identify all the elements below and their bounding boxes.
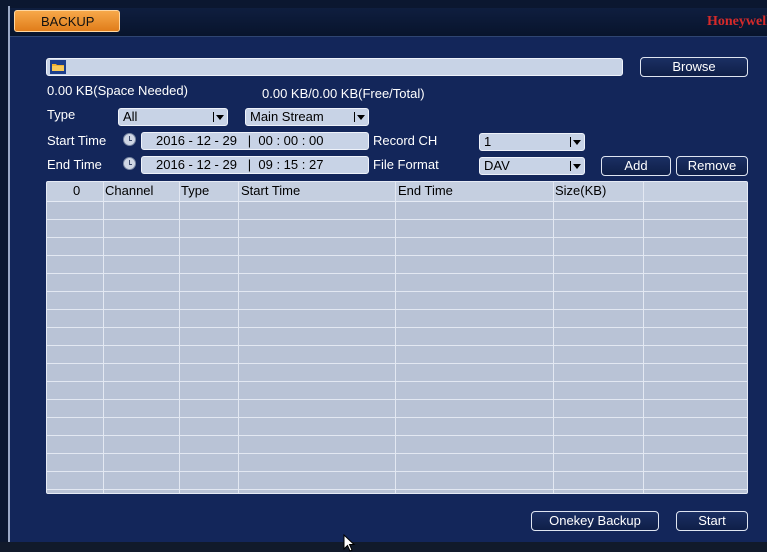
start-time-value: 00 : 00 : 00 [258,133,324,148]
space-needed-text: 0.00 KB(Space Needed) [47,83,188,98]
dropdown-arrow-icon [212,111,224,123]
record-ch-label: Record CH [373,133,438,148]
table-row-divider [47,255,747,256]
browse-button[interactable]: Browse [640,57,748,77]
dropdown-arrow-icon [569,136,581,148]
type-select[interactable]: All [118,108,228,126]
table-column-divider [643,182,644,493]
tab-backup[interactable]: BACKUP [14,10,120,32]
table-row-divider [47,471,747,472]
start-button[interactable]: Start [676,511,748,531]
bottom-strip [0,542,767,552]
backup-file-table[interactable]: 0 Channel Type Start Time End Time Size(… [46,181,748,494]
table-row-divider [47,291,747,292]
table-column-divider [179,182,180,493]
column-header-channel: Channel [105,183,154,198]
table-row-divider [47,327,747,328]
type-select-value: All [123,109,138,124]
end-time-value: 09 : 15 : 27 [258,157,324,172]
table-row-divider [47,453,747,454]
column-header-type: Type [181,183,210,198]
remove-button[interactable]: Remove [676,156,748,176]
table-header: 0 Channel Type Start Time End Time Size(… [47,182,747,202]
backup-path-field[interactable] [46,58,623,76]
free-total-text: 0.00 KB/0.00 KB(Free/Total) [262,86,425,101]
table-row-divider [47,309,747,310]
column-header-start-time: Start Time [241,183,301,198]
end-time-label: End Time [47,157,102,172]
dropdown-arrow-icon [569,160,581,172]
folder-icon[interactable] [50,60,66,74]
start-time-label: Start Time [47,133,107,148]
title-bar [10,8,767,37]
mouse-cursor-icon [343,534,356,552]
stream-select[interactable]: Main Stream [245,108,369,126]
table-column-divider [553,182,554,493]
brand-logo: Honeywell [707,14,767,29]
file-format-label: File Format [373,157,439,172]
record-ch-value: 1 [484,134,492,149]
column-header-size: Size(KB) [555,183,607,198]
start-date-value: 2016 - 12 - 29 [156,133,237,148]
type-label: Type [47,107,76,122]
table-row-divider [47,435,747,436]
table-row-divider [47,237,747,238]
column-header-select-all[interactable]: 0 [73,183,80,198]
table-column-divider [395,182,396,493]
table-row-divider [47,417,747,418]
file-format-value: DAV [484,158,510,173]
file-format-select[interactable]: DAV [479,157,585,175]
table-row-divider [47,345,747,346]
table-row-divider [47,363,747,364]
stream-select-value: Main Stream [250,109,324,124]
table-row-divider [47,489,747,490]
column-header-end-time: End Time [398,183,453,198]
end-date-value: 2016 - 12 - 29 [156,157,237,172]
start-time-field[interactable]: 2016 - 12 - 29 | 00 : 00 : 00 [141,132,369,150]
add-button[interactable]: Add [601,156,671,176]
table-column-divider [238,182,239,493]
end-time-field[interactable]: 2016 - 12 - 29 | 09 : 15 : 27 [141,156,369,174]
clock-icon[interactable] [123,133,136,146]
record-ch-select[interactable]: 1 [479,133,585,151]
table-row-divider [47,219,747,220]
onekey-backup-button[interactable]: Onekey Backup [531,511,659,531]
clock-icon[interactable] [123,157,136,170]
table-row-divider [47,399,747,400]
dropdown-arrow-icon [353,111,365,123]
table-row-divider [47,273,747,274]
table-column-divider [103,182,104,493]
table-row-divider [47,381,747,382]
